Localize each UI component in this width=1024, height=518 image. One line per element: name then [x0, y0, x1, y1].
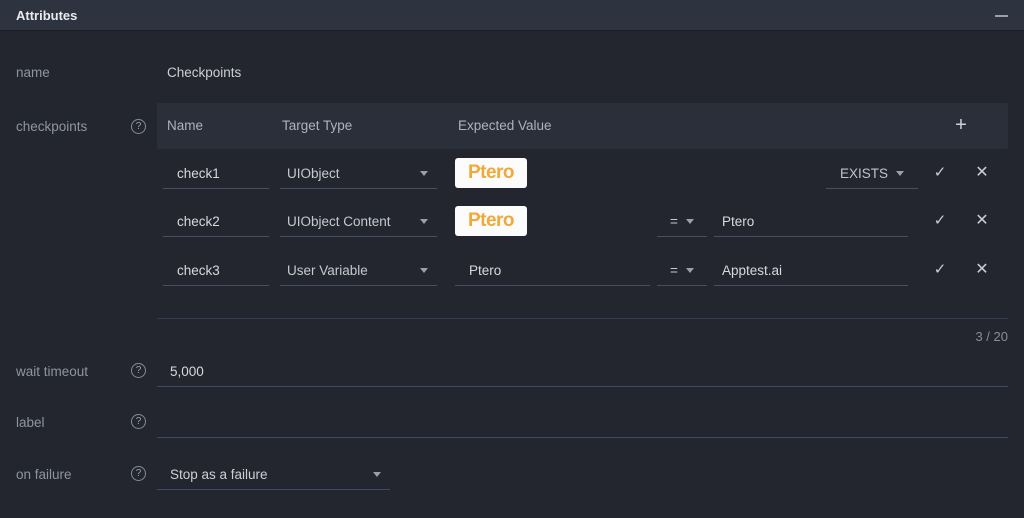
name-field-value: Checkpoints [167, 65, 241, 80]
on-failure-field-label: on failure [16, 467, 72, 482]
titlebar: Attributes [0, 0, 1024, 31]
comparison-value-input[interactable] [714, 255, 908, 286]
delete-row-button[interactable]: ✕ [972, 258, 992, 282]
column-header-expected-value: Expected Value [458, 103, 552, 149]
table-row: UIObject Ptero EXISTS ✓ ✕ [0, 158, 1024, 189]
wait-timeout-field-label: wait timeout [16, 364, 88, 379]
chevron-down-icon [373, 472, 381, 477]
delete-row-button[interactable]: ✕ [972, 209, 992, 233]
confirm-row-button[interactable]: ✓ [930, 209, 950, 233]
table-row: UIObject Content Ptero = ✓ ✕ [0, 206, 1024, 237]
label-field-label: label [16, 415, 45, 430]
chevron-down-icon [420, 268, 428, 273]
operator-select[interactable]: = [657, 255, 707, 286]
checkpoints-table-header: Name Target Type Expected Value + [157, 103, 1008, 149]
minimize-button[interactable] [992, 8, 1010, 24]
label-input[interactable] [157, 407, 1008, 438]
chevron-down-icon [896, 171, 904, 176]
on-failure-select[interactable]: Stop as a failure [157, 459, 390, 490]
row-count-badge: 3 / 20 [975, 329, 1008, 344]
add-checkpoint-button[interactable]: + [948, 113, 974, 139]
confirm-row-button[interactable]: ✓ [930, 161, 950, 185]
target-type-select[interactable]: UIObject [280, 158, 437, 189]
panel-title: Attributes [16, 0, 77, 31]
comparison-value-input[interactable] [714, 206, 908, 237]
help-icon[interactable]: ? [131, 414, 146, 429]
name-field-label: name [16, 65, 50, 80]
chevron-down-icon [420, 171, 428, 176]
attributes-panel: { "titlebar": { "title": "Attributes" },… [0, 0, 1024, 518]
operator-select[interactable]: EXISTS [826, 158, 918, 189]
help-icon[interactable]: ? [131, 363, 146, 378]
confirm-row-button[interactable]: ✓ [930, 258, 950, 282]
help-icon[interactable]: ? [131, 466, 146, 481]
expected-value-image[interactable]: Ptero [455, 158, 527, 188]
expected-value-image[interactable]: Ptero [455, 206, 527, 236]
wait-timeout-input[interactable] [157, 356, 1008, 387]
chevron-down-icon [686, 219, 694, 224]
checkpoint-name-input[interactable] [163, 158, 269, 189]
table-bottom-divider [157, 318, 1008, 319]
table-row: User Variable = ✓ ✕ [0, 255, 1024, 286]
target-type-select[interactable]: UIObject Content [280, 206, 437, 237]
column-header-name: Name [167, 103, 203, 149]
checkpoint-name-input[interactable] [163, 255, 269, 286]
target-type-select[interactable]: User Variable [280, 255, 437, 286]
help-icon[interactable]: ? [131, 119, 146, 134]
checkpoint-name-input[interactable] [163, 206, 269, 237]
column-header-target-type: Target Type [282, 103, 352, 149]
chevron-down-icon [686, 268, 694, 273]
minimize-icon [995, 15, 1008, 17]
operator-select[interactable]: = [657, 206, 707, 237]
expected-value-input[interactable] [455, 255, 650, 286]
chevron-down-icon [420, 219, 428, 224]
checkpoints-field-label: checkpoints [16, 119, 87, 134]
delete-row-button[interactable]: ✕ [972, 161, 992, 185]
